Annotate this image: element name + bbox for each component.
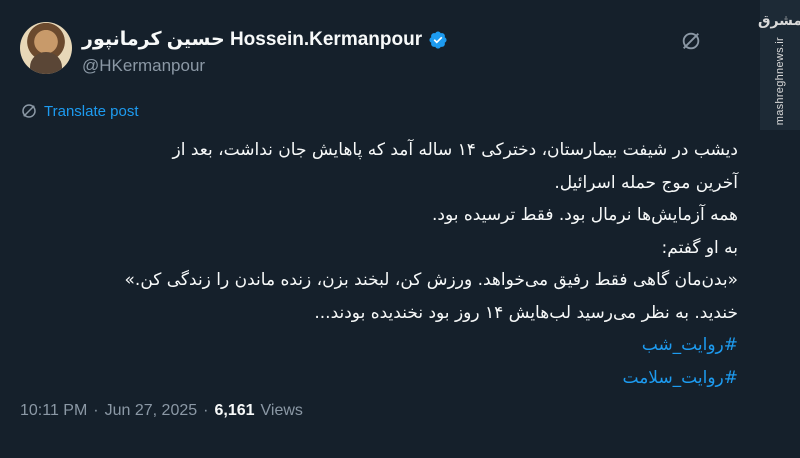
meta-separator: · — [93, 402, 99, 419]
avatar[interactable] — [20, 22, 72, 74]
tweet-line: آخرین موج حمله اسرائیل. — [554, 172, 738, 193]
watermark-logo: مشرق — [757, 12, 800, 28]
translate-icon — [22, 104, 36, 118]
tweet-date[interactable]: Jun 27, 2025 — [105, 402, 198, 420]
views-count: 6,161 — [214, 402, 255, 419]
tweet-line: به او گفتم: — [661, 237, 738, 258]
translate-label[interactable]: Translate post — [44, 103, 139, 120]
meta-separator: · — [203, 402, 209, 419]
author-name-row[interactable]: حسین کرمانپور Hossein.Kermanpour — [82, 28, 448, 51]
tweet-line: «بدن‌مان گاهی فقط رفیق می‌خواهد. ورزش کن… — [124, 270, 738, 290]
verified-badge-icon — [429, 30, 447, 49]
author-display-name[interactable]: حسین کرمانپور Hossein.Kermanpour — [82, 28, 422, 51]
translate-post-link[interactable]: Translate post — [20, 102, 139, 120]
hashtag-link[interactable]: #روایت_سلامت — [20, 362, 739, 395]
watermark-strip: مشرق mashreghnews.ir — [757, 0, 800, 130]
tweet-line: خندید. به نظر می‌رسید لب‌هایش ۱۴ روز بود… — [314, 302, 738, 323]
tweet-line: همه آزمایش‌ها نرمال بود. فقط ترسیده بود. — [432, 205, 738, 225]
tweet-line: دیشب در شیفت بیمارستان، دخترکی ۱۴ ساله آ… — [172, 140, 739, 160]
tweet-meta: 10:11 PM · Jun 27, 2025 · 6,161 Views — [20, 402, 303, 420]
watermark-site: mashreghnews.ir — [774, 37, 786, 126]
grok-icon[interactable] — [680, 30, 702, 52]
tweet-text: دیشب در شیفت بیمارستان، دخترکی ۱۴ ساله آ… — [20, 134, 738, 394]
tweet-card: حسین کرمانپور Hossein.Kermanpour @HKerma… — [0, 0, 800, 458]
views-label: Views — [260, 402, 303, 419]
hashtag-link[interactable]: #روایت_شب — [20, 329, 738, 362]
tweet-time[interactable]: 10:11 PM — [20, 402, 87, 420]
author-handle[interactable]: @HKermanpour — [82, 56, 205, 76]
